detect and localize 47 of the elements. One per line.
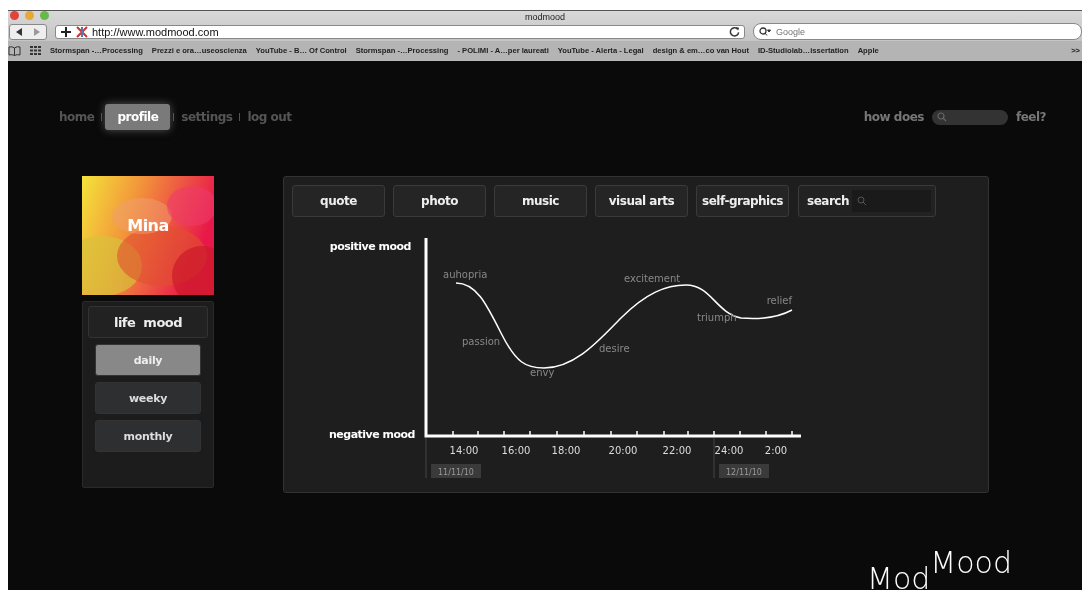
time-label: 18:00 bbox=[551, 445, 581, 456]
nav-link[interactable]: profile bbox=[105, 104, 171, 130]
close-icon[interactable] bbox=[10, 11, 19, 20]
mood-label: triumph bbox=[697, 312, 737, 323]
time-label: 16:00 bbox=[501, 445, 531, 456]
book-icon[interactable] bbox=[8, 45, 21, 56]
site-icon bbox=[76, 25, 88, 38]
address-field[interactable]: http://www.modmood.com bbox=[55, 24, 745, 39]
time-label: 2:00 bbox=[764, 445, 788, 456]
profile-name: Mina bbox=[126, 216, 170, 235]
mood-label: passion bbox=[462, 336, 501, 347]
name-field[interactable] bbox=[931, 109, 1008, 125]
url-text: http://www.modmood.com bbox=[92, 25, 219, 38]
mood-label: relief bbox=[766, 295, 792, 306]
category-tab[interactable]: music bbox=[494, 185, 587, 217]
category-tab[interactable]: photo bbox=[393, 185, 486, 217]
zoom-icon[interactable] bbox=[40, 11, 49, 20]
period-button[interactable]: weeky bbox=[95, 382, 201, 414]
logo: Mod Mood bbox=[867, 548, 1012, 590]
date-tag: 12/11/10 bbox=[719, 464, 769, 478]
date-tag: 11/11/10 bbox=[431, 464, 481, 478]
window-title: modmood bbox=[525, 11, 565, 22]
mood-label: excitement bbox=[624, 273, 681, 284]
period-button[interactable]: monthly bbox=[95, 420, 201, 452]
mood-title: life mood bbox=[88, 306, 208, 338]
search-icon bbox=[936, 112, 947, 122]
mood-label: desire bbox=[599, 343, 630, 354]
search-field[interactable] bbox=[851, 190, 931, 212]
plus-icon[interactable] bbox=[60, 25, 72, 38]
time-label: 14:00 bbox=[449, 445, 479, 456]
question-text: how does bbox=[863, 110, 924, 124]
time-label: 24:00 bbox=[714, 445, 744, 456]
mood-label: auhopria bbox=[443, 269, 488, 280]
grid-icon[interactable] bbox=[30, 46, 41, 55]
time-label: 20:00 bbox=[608, 445, 638, 456]
search-label: search bbox=[807, 194, 849, 208]
question-text: feel? bbox=[1015, 110, 1046, 124]
mood-label: envy bbox=[530, 367, 555, 378]
axis-label: positive mood bbox=[329, 240, 411, 253]
time-label: 22:00 bbox=[662, 445, 692, 456]
reload-icon[interactable] bbox=[729, 26, 740, 37]
search-field[interactable]: Google bbox=[753, 23, 1082, 40]
category-tab[interactable]: quote bbox=[292, 185, 385, 217]
category-tab[interactable]: self-graphics bbox=[696, 185, 789, 217]
search-icon bbox=[856, 196, 867, 206]
axis-label: negative mood bbox=[328, 428, 415, 441]
category-tab[interactable]: visual arts bbox=[595, 185, 688, 217]
